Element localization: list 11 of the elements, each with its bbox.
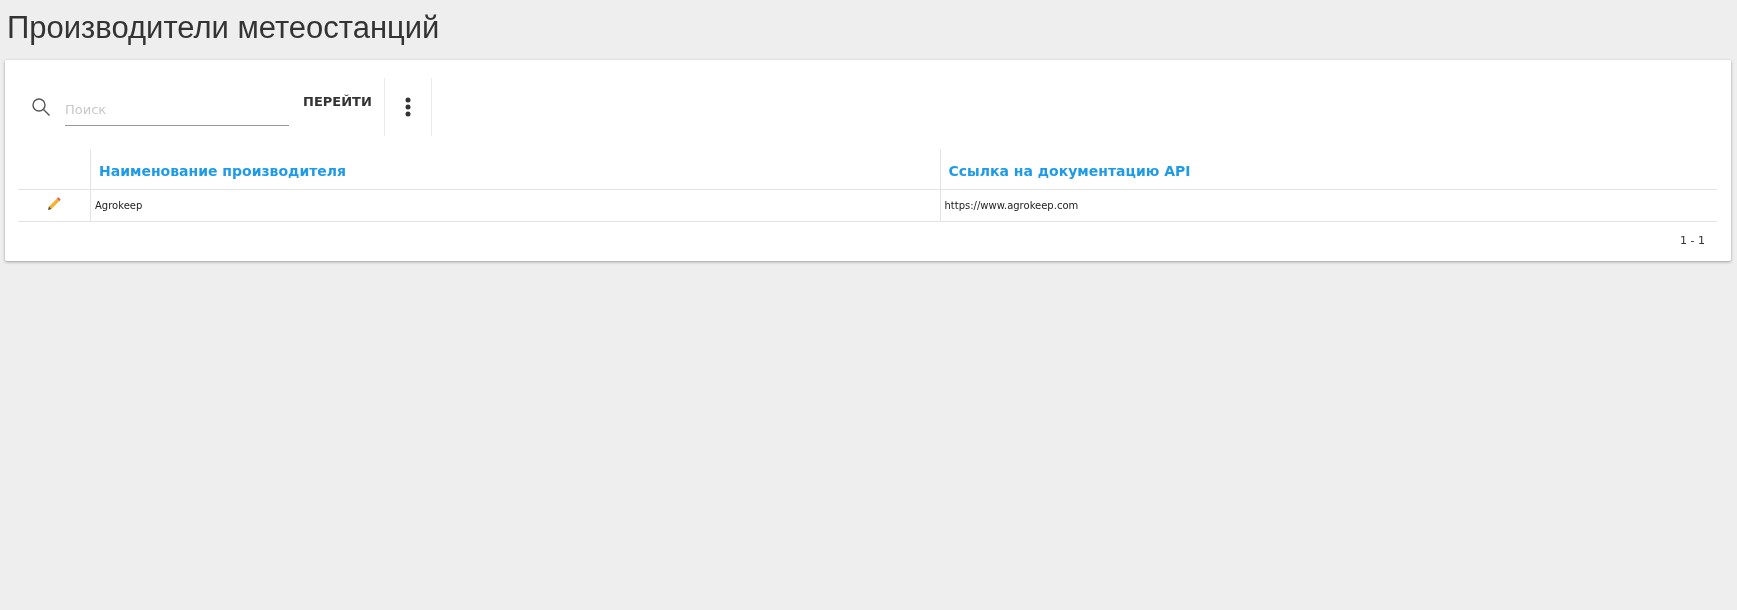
column-header[interactable]: Наименование производителя [90,149,940,190]
search-icon [31,97,51,117]
kebab-icon [404,97,411,117]
column-header[interactable]: Ссылка на документацию API [940,149,1717,190]
go-button[interactable]: ПЕРЕЙТИ [297,90,384,112]
table-cell: https://www.agrokeep.com [940,189,1717,222]
pencil-icon[interactable] [47,197,61,211]
pagination-range: 1 - 1 [1680,234,1705,247]
page-title: Производители метеостанций [7,9,441,47]
more-menu-button[interactable] [383,78,432,136]
table-cell: Agrokeep [90,189,940,222]
